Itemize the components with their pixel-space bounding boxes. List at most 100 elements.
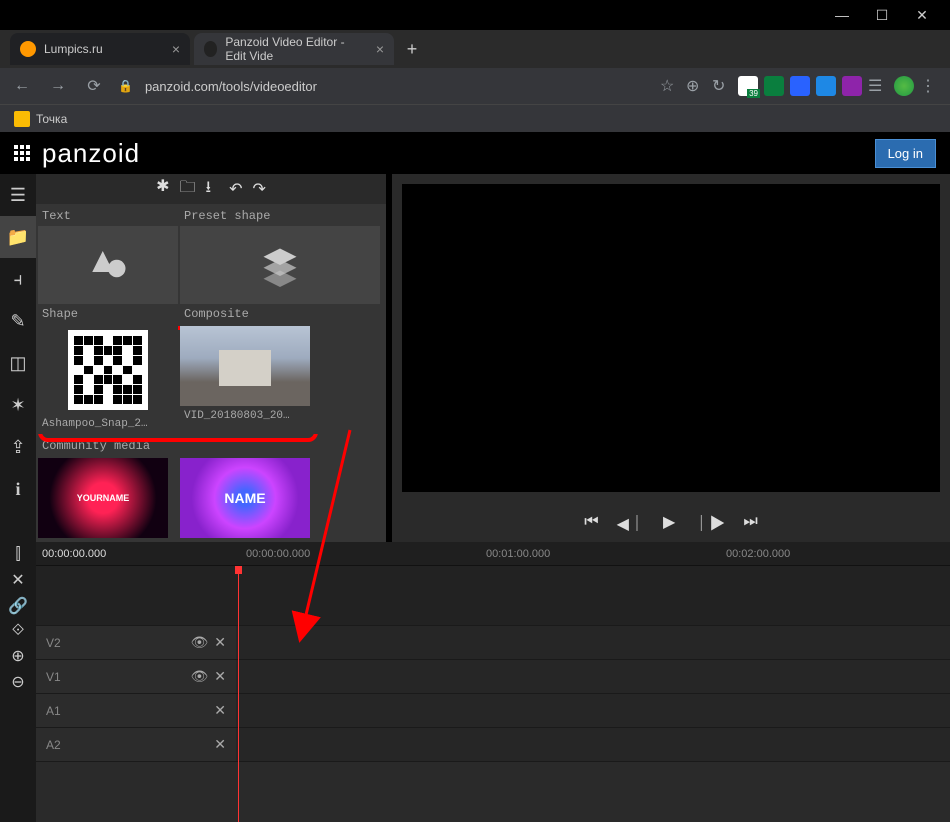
panzoid-logo[interactable]: panzoid (42, 138, 140, 169)
reading-list-icon[interactable]: ☰ (868, 76, 888, 96)
login-button[interactable]: Log in (875, 139, 936, 168)
url-text[interactable]: panzoid.com/tools/videoeditor (145, 79, 648, 94)
add-icon[interactable]: ⊕ (686, 76, 706, 96)
video-thumbnail (180, 326, 310, 406)
track-a1[interactable]: A1 ✕ (36, 694, 950, 728)
remove-track-icon[interactable]: ✕ (214, 736, 226, 753)
file-name: Ashampoo_Snap_2… (38, 414, 178, 434)
tl-align-icon[interactable]: ⫿ (15, 546, 20, 564)
tl-link-icon[interactable]: 🔗 (8, 596, 28, 616)
media-label: Preset shape (180, 206, 380, 226)
media-item-preset[interactable]: Preset shape (180, 206, 380, 304)
skip-start-icon[interactable]: ⏮ (584, 513, 598, 531)
tl-zoom-in-icon[interactable]: ⊕ (11, 646, 24, 666)
time-mark: 00:02:00.000 (726, 548, 790, 560)
sidebar-upload-icon[interactable]: ⇪ (0, 426, 36, 468)
profile-avatar[interactable] (894, 76, 914, 96)
maximize-button[interactable]: ☐ (862, 0, 902, 30)
reload-button[interactable]: ⟳ (82, 76, 106, 96)
redo-icon[interactable]: ↷ (253, 179, 266, 199)
track-label: V2 (46, 636, 61, 650)
tl-close-icon[interactable]: ✕ (11, 570, 24, 590)
forward-button[interactable]: → (46, 77, 70, 95)
community-thumb: YOURNAME (38, 458, 168, 538)
star-icon[interactable]: ☆ (660, 76, 680, 96)
sidebar-info-icon[interactable]: i (0, 468, 36, 510)
minimize-button[interactable]: — (822, 0, 862, 30)
community-media-1[interactable]: YOURNAME (38, 458, 178, 538)
timeline-spacer (36, 566, 950, 626)
media-item-text[interactable]: Text (38, 206, 178, 304)
media-toolbar: ✱ 🗀 ⭳ ↶ ↷ (36, 174, 386, 204)
menu-button[interactable]: ⋮ (920, 76, 940, 96)
step-back-icon[interactable]: ◀｜ (617, 510, 645, 534)
open-folder-icon[interactable]: 🗀 (179, 176, 195, 203)
preset-thumb (180, 226, 380, 304)
sidebar-sparkle-icon[interactable]: ✶ (0, 384, 36, 426)
media-grid: Text Preset shape Shape (36, 204, 386, 542)
step-forward-icon[interactable]: ｜▶ (693, 510, 725, 534)
time-mark: 00:01:00.000 (486, 548, 550, 560)
tl-snap-icon[interactable]: ⟐ (12, 622, 25, 640)
tab-title: Panzoid Video Editor - Edit Vide (225, 35, 367, 63)
track-label: A1 (46, 704, 61, 718)
remove-track-icon[interactable]: ✕ (214, 702, 226, 719)
ext-purple-icon[interactable] (842, 76, 862, 96)
media-file-ashampoo[interactable]: Ashampoo_Snap_2… (38, 326, 178, 434)
track-v2[interactable]: V2 👁 ✕ (36, 626, 950, 660)
sidebar-cube-icon[interactable]: ◫ (0, 342, 36, 384)
ext-adguard-icon[interactable]: 39 (738, 76, 758, 96)
close-tab-icon[interactable]: × (172, 41, 180, 57)
apps-grid-icon[interactable] (14, 145, 30, 161)
track-a2[interactable]: A2✕ (36, 728, 950, 762)
sidebar-folder-icon[interactable]: 📁 (0, 216, 36, 258)
extensions-area: ☆ ⊕ ↻ 39 ☰ ⋮ (660, 76, 940, 96)
skip-end-icon[interactable]: ⏭ (743, 513, 757, 531)
tl-zoom-out-icon[interactable]: ⊖ (11, 672, 24, 692)
media-label: Text (38, 206, 178, 226)
sidebar-sliders-icon[interactable]: ⫞ (0, 258, 36, 300)
bookmark-folder-icon (14, 111, 30, 127)
bookmark-item[interactable]: Точка (36, 112, 67, 126)
play-icon[interactable]: ▶ (663, 512, 675, 532)
file-name: VID_20180803_20… (180, 406, 320, 426)
new-tab-button[interactable]: + (398, 35, 426, 63)
close-window-button[interactable]: ✕ (902, 0, 942, 30)
text-thumb (38, 226, 178, 304)
undo-icon[interactable]: ↶ (229, 179, 242, 199)
community-media-2[interactable]: NAME (180, 458, 320, 538)
timeline-sidebar: ⫿ ✕ 🔗 ⟐ ⊕ ⊖ (0, 542, 36, 822)
preview-panel: ⏮ ◀｜ ▶ ｜▶ ⏭ (392, 174, 950, 542)
download-icon[interactable]: ⭳ (206, 176, 212, 203)
timeline-body[interactable]: V2 👁 ✕ V1 👁 ✕ A1 ✕ A2✕ (36, 566, 950, 822)
preview-screen[interactable] (402, 184, 940, 492)
eye-icon[interactable]: 👁 (190, 668, 208, 685)
browser-tab-panzoid[interactable]: Panzoid Video Editor - Edit Vide × (194, 33, 394, 65)
sidebar-pencil-icon[interactable]: ✎ (0, 300, 36, 342)
new-icon[interactable]: ✱ (156, 176, 169, 203)
close-tab-icon[interactable]: × (376, 41, 384, 57)
media-panel: ✱ 🗀 ⭳ ↶ ↷ Text (36, 174, 386, 542)
remove-track-icon[interactable]: ✕ (214, 634, 226, 651)
tab-title: Lumpics.ru (44, 42, 103, 56)
address-bar: ← → ⟳ 🔒 panzoid.com/tools/videoeditor ☆ … (0, 68, 950, 104)
ext-green-icon[interactable] (764, 76, 784, 96)
media-label-shape: Shape (38, 304, 178, 324)
ext-blue-icon[interactable] (790, 76, 810, 96)
back-button[interactable]: ← (10, 77, 34, 95)
window-titlebar: — ☐ ✕ (0, 0, 950, 30)
browser-tab-lumpics[interactable]: Lumpics.ru × (10, 33, 190, 65)
sidebar-menu-icon[interactable]: ☰ (0, 174, 36, 216)
media-file-vid[interactable]: VID_20180803_20… (180, 326, 320, 434)
track-v1[interactable]: V1 👁 ✕ (36, 660, 950, 694)
eye-icon[interactable]: 👁 (190, 634, 208, 651)
lock-icon: 🔒 (118, 79, 133, 93)
refresh-ext-icon[interactable]: ↻ (712, 76, 732, 96)
track-label: V1 (46, 670, 61, 684)
time-mark: 00:00:00.000 (246, 548, 310, 560)
timeline-ruler[interactable]: 00:00:00.000 00:00:00.000 00:01:00.000 0… (36, 542, 950, 566)
remove-track-icon[interactable]: ✕ (214, 668, 226, 685)
ext-puzzle-icon[interactable] (816, 76, 836, 96)
favicon-icon (20, 41, 36, 57)
playhead[interactable] (238, 566, 239, 822)
